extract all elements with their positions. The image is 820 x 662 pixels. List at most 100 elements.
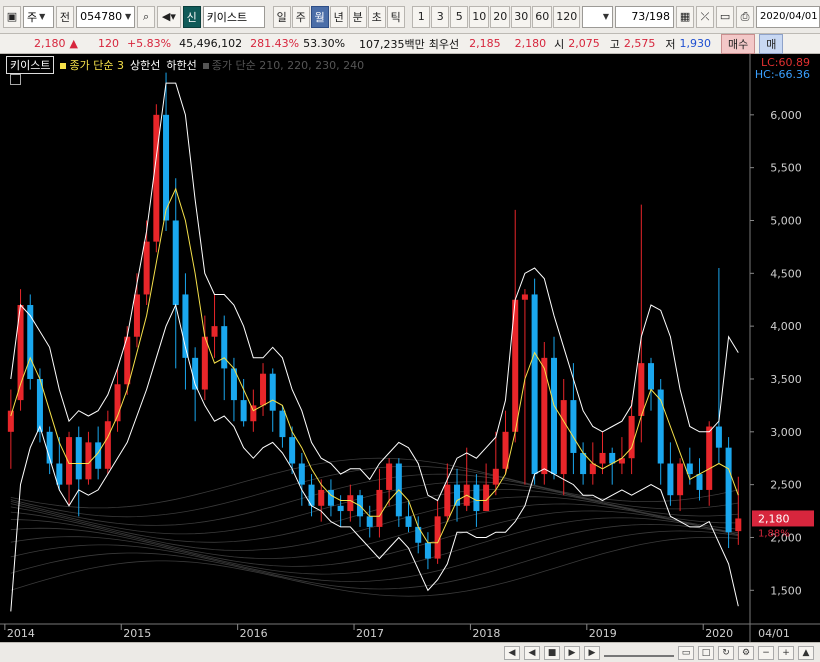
long-ma-line-4 xyxy=(10,510,739,567)
open-price: 2,075 xyxy=(568,37,600,50)
first-icon[interactable]: ◀ xyxy=(504,645,520,660)
interval-select[interactable]: ▼ xyxy=(582,5,614,28)
trade-amount: 107,235백만 xyxy=(359,37,425,51)
interval-button-1[interactable]: 1 xyxy=(412,5,431,28)
save-icon[interactable]: ▭ xyxy=(716,5,735,28)
candle-body-45 xyxy=(444,484,451,517)
quote-bar: 2,180 ▲ 120 +5.83% 45,496,102 281.43% 53… xyxy=(0,33,820,54)
grid-toggle-icon[interactable] xyxy=(10,74,21,85)
candle-body-21 xyxy=(211,326,218,337)
candle-body-24 xyxy=(240,400,247,422)
chart-panel[interactable]: 1,500 2,000 2,500 3,000 3,500 4,000 4,500 5,000… xyxy=(0,54,820,642)
stop-icon[interactable]: ■ xyxy=(544,645,560,660)
turnover-percent: 53.30% xyxy=(303,37,346,50)
collapse-icon[interactable]: ▲ xyxy=(798,645,814,660)
interval-button-3[interactable]: 3 xyxy=(431,5,450,28)
x-tick-label-1: 2015 xyxy=(123,627,151,640)
high-label: 고 xyxy=(609,37,620,51)
chart-legend: 키이스트 종가 단순 3 상한선 하한선 종가 단순 210, 220, 230… xyxy=(6,56,364,74)
period-tab-2[interactable]: 월 xyxy=(310,5,329,28)
long-ma-line-0 xyxy=(10,536,739,597)
candle-body-69 xyxy=(677,463,684,496)
candle-body-13 xyxy=(133,294,140,337)
candle-body-28 xyxy=(279,410,286,438)
legend-lower: 하한선 xyxy=(166,59,197,72)
volume-percent: 281.43% xyxy=(250,37,300,50)
sell-button[interactable]: 매 xyxy=(759,33,784,54)
interval-button-120[interactable]: 120 xyxy=(553,5,581,28)
change-percent: +5.83% xyxy=(126,37,172,50)
zoom-slider[interactable] xyxy=(604,649,674,657)
speaker-icon[interactable]: ◀▾ xyxy=(157,5,181,28)
plus-icon[interactable]: + xyxy=(778,645,794,660)
next-icon[interactable]: ▶ xyxy=(564,645,580,660)
y-tick-label-8: 5,500 xyxy=(770,162,802,175)
buy-button[interactable]: 매수 xyxy=(721,33,756,54)
stock-code-input[interactable]: 054780 ▼ xyxy=(76,5,136,28)
candle-body-64 xyxy=(628,415,635,459)
candle-body-42 xyxy=(415,526,422,543)
candle-body-71 xyxy=(696,474,703,490)
up-arrow-icon: ▲ xyxy=(69,37,78,50)
price-chart[interactable]: 1,5002,0002,5003,0003,5004,0004,5005,000… xyxy=(0,54,820,642)
candle-body-43 xyxy=(424,542,431,559)
period-tab-0[interactable]: 일 xyxy=(272,5,291,28)
last-icon[interactable]: ▶ xyxy=(584,645,600,660)
grid-icon[interactable]: ▦ xyxy=(676,5,695,28)
hc-indicator: HC:-66.36 xyxy=(754,68,810,81)
search-icon[interactable]: ⌕ xyxy=(137,5,156,28)
interval-button-20[interactable]: 20 xyxy=(490,5,511,28)
candle-body-46 xyxy=(454,484,461,506)
period-tab-5[interactable]: 초 xyxy=(367,5,386,28)
current-price: 2,180 xyxy=(34,37,66,50)
prev-icon[interactable]: ◀ xyxy=(524,645,540,660)
market-select[interactable]: 주 ▼ xyxy=(23,5,54,28)
period-tabs: 일주월년분초틱 xyxy=(272,5,405,28)
candle-body-10 xyxy=(104,421,111,469)
long-ma-line-11 xyxy=(10,457,739,509)
candle-body-32 xyxy=(318,489,325,506)
interval-button-60[interactable]: 60 xyxy=(532,5,553,28)
period-tab-4[interactable]: 분 xyxy=(348,5,367,28)
date-field[interactable]: 2020/04/01 xyxy=(756,5,820,28)
candle-body-15 xyxy=(153,114,160,242)
stock-name-field: 키이스트 xyxy=(202,5,266,28)
x-tick-label-2: 2016 xyxy=(240,627,268,640)
minus-icon[interactable]: − xyxy=(758,645,774,660)
print-icon[interactable]: ⎙ xyxy=(736,5,755,28)
tool-icon[interactable]: ⤫ xyxy=(696,5,715,28)
y-tick-label-9: 6,000 xyxy=(770,109,802,122)
chevron-down-icon: ▼ xyxy=(602,12,610,21)
fit-icon[interactable]: □ xyxy=(698,645,714,660)
interval-button-30[interactable]: 30 xyxy=(511,5,532,28)
x-tick-label-5: 2019 xyxy=(589,627,617,640)
candle-body-41 xyxy=(405,516,412,527)
market-value: 주 xyxy=(27,10,38,24)
window-icon[interactable]: ▣ xyxy=(3,5,21,28)
settings-icon[interactable]: ⚙ xyxy=(738,645,754,660)
x-right-label: 04/01 xyxy=(758,627,790,640)
y-tick-label-4: 3,500 xyxy=(770,373,802,386)
chevron-down-icon: ▼ xyxy=(124,12,132,21)
candle-body-66 xyxy=(647,363,655,390)
period-tab-6[interactable]: 틱 xyxy=(386,5,405,28)
prev-button[interactable]: 전 xyxy=(55,5,75,28)
candle-body-61 xyxy=(599,452,606,464)
bottom-bar: ◀ ◀ ■ ▶ ▶ ▭ □ ↻ ⚙ − + ▲ xyxy=(0,642,820,662)
period-tab-3[interactable]: 년 xyxy=(329,5,348,28)
zoom-out-icon[interactable]: ▭ xyxy=(678,645,694,660)
interval-button-5[interactable]: 5 xyxy=(450,5,469,28)
y-tick-label-2: 2,500 xyxy=(770,479,802,492)
page-counter[interactable]: 73/198 xyxy=(615,5,675,28)
price-change: 120 xyxy=(97,37,119,50)
x-tick-label-3: 2017 xyxy=(356,627,384,640)
refresh-icon[interactable]: ↻ xyxy=(718,645,734,660)
best-bid: 2,180 xyxy=(514,37,547,50)
candle-body-48 xyxy=(473,484,480,512)
period-tab-1[interactable]: 주 xyxy=(291,5,310,28)
interval-button-10[interactable]: 10 xyxy=(469,5,490,28)
candle-body-72 xyxy=(706,426,713,490)
legend-ma-label: 종가 단순 3 xyxy=(69,59,124,72)
y-tick-label-5: 4,000 xyxy=(770,320,802,333)
candle-body-50 xyxy=(492,468,499,485)
